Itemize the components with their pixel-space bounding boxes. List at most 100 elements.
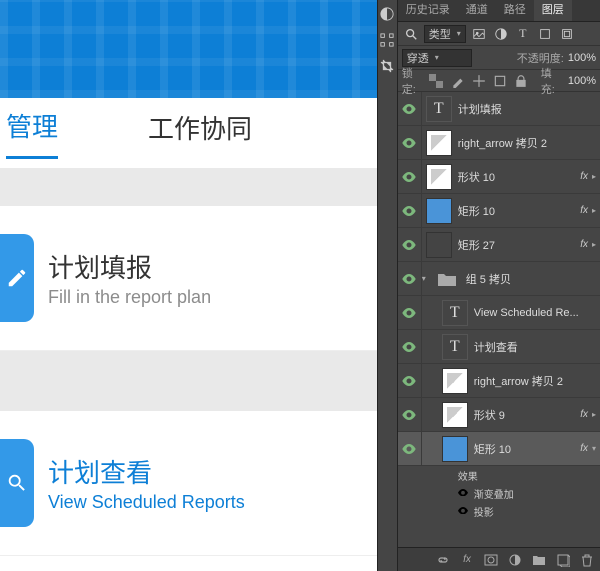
new-layer-icon[interactable] [556,553,570,567]
text-layer-icon: T [442,300,468,326]
lock-all-icon[interactable] [514,72,529,90]
fx-badge[interactable]: fx [580,239,588,250]
adjust-icon[interactable] [508,553,522,567]
tool-strip [377,0,398,571]
effect-name[interactable]: 投影 [474,504,494,519]
shape-thumb [442,368,468,394]
search-icon[interactable] [402,25,420,43]
gap [0,351,377,411]
layer-name[interactable]: 矩形 10 [458,203,580,219]
fx-expand-icon[interactable]: ▾ [592,444,596,453]
layer-row[interactable]: T计划查看 [398,330,600,364]
layer-row[interactable]: 矩形 10fx ▸ [398,194,600,228]
effects-label: 效果 [458,468,478,483]
visibility-eye-icon[interactable] [398,330,422,363]
layer-row[interactable]: T View Scheduled Re... [398,296,600,330]
layer-row[interactable]: 形状 10fx ▸ [398,160,600,194]
trash-icon[interactable] [580,553,594,567]
circle-half-icon[interactable] [379,6,395,22]
fx-expand-icon[interactable]: ▸ [592,240,596,249]
card-fill-report[interactable]: 计划填报 Fill in the report plan [0,206,377,351]
layer-name[interactable]: 计划填报 [458,101,600,117]
visibility-eye-icon[interactable] [398,194,422,227]
shape-thumb [426,130,452,156]
tab-channels[interactable]: 通道 [458,0,496,21]
layer-row[interactable]: right_arrow 拷贝 2 [398,126,600,160]
fill-value[interactable]: 100% [568,75,596,87]
effect-name[interactable]: 渐变叠加 [474,486,514,501]
expand-tri-icon[interactable]: ▾ [422,274,426,283]
tab-collab[interactable]: 工作协同 [148,109,252,158]
filter-kind-dropdown[interactable]: 类型▾ [424,25,466,43]
layer-row[interactable]: ▾ 组 5 拷贝 [398,262,600,296]
filter-smart-icon[interactable] [558,25,576,43]
pencil-icon [0,234,34,322]
layer-name[interactable]: right_arrow 拷贝 2 [458,135,600,151]
visibility-eye-icon[interactable] [398,398,422,431]
layer-name[interactable]: 矩形 10 [474,441,580,457]
visibility-eye-icon[interactable] [398,160,422,193]
tab-history[interactable]: 历史记录 [398,0,458,21]
fx-badge[interactable]: fx [580,205,588,216]
card-title-en: Fill in the report plan [48,287,211,308]
gap [0,168,377,206]
layer-row[interactable]: 矩形 10fx ▾ [398,432,600,466]
mask-icon[interactable] [484,553,498,567]
layer-effects: 效果渐变叠加投影 [398,466,600,520]
layer-name[interactable]: right_arrow 拷贝 2 [474,373,600,389]
layer-row[interactable]: T 计划填报 [398,92,600,126]
fx-badge[interactable]: fx [580,443,588,454]
opacity-value[interactable]: 100% [568,52,596,64]
card-title-zh: 计划查看 [48,453,245,490]
visibility-eye-icon[interactable] [458,506,468,516]
filter-image-icon[interactable] [470,25,488,43]
visibility-eye-icon[interactable] [458,488,468,498]
link-icon[interactable] [436,553,450,567]
layer-name[interactable]: View Scheduled Re... [474,307,600,319]
crop-icon[interactable] [379,58,395,74]
fx-badge[interactable]: fx [580,171,588,182]
opacity-label: 不透明度: [517,50,564,66]
visibility-eye-icon[interactable] [398,296,422,329]
layer-name[interactable]: 组 5 拷贝 [466,271,600,287]
layers-footer: fx [398,547,600,571]
lock-artboard-icon[interactable] [492,72,507,90]
card-view-reports[interactable]: 计划查看 View Scheduled Reports [0,411,377,556]
fx-icon[interactable]: fx [460,553,474,567]
layer-row[interactable]: 形状 9fx ▸ [398,398,600,432]
fx-badge[interactable]: fx [580,409,588,420]
visibility-eye-icon[interactable] [398,432,422,465]
lock-transparency-icon[interactable] [429,72,444,90]
visibility-eye-icon[interactable] [398,262,422,295]
layer-row[interactable]: right_arrow 拷贝 2 [398,364,600,398]
visibility-eye-icon[interactable] [398,228,422,261]
filter-text-icon[interactable]: T [514,25,532,43]
tab-manage[interactable]: 管理 [6,107,58,159]
card-title-zh: 计划填报 [48,248,211,285]
tab-paths[interactable]: 路径 [496,0,534,21]
fx-expand-icon[interactable]: ▸ [592,172,596,181]
lock-position-icon[interactable] [471,72,486,90]
folder-icon [434,266,460,292]
visibility-eye-icon[interactable] [398,364,422,397]
shape-thumb [442,436,468,462]
layer-name[interactable]: 形状 10 [458,169,580,185]
layer-name[interactable]: 矩形 27 [458,237,580,253]
layers-panel: 历史记录 通道 路径 图层 类型▾ T 穿透▾ 不透明度: 100% 锁定: 填… [398,0,600,571]
tab-layers[interactable]: 图层 [534,0,572,21]
fx-expand-icon[interactable]: ▸ [592,410,596,419]
lock-brush-icon[interactable] [450,72,465,90]
fx-expand-icon[interactable]: ▸ [592,206,596,215]
text-layer-icon: T [426,96,452,122]
handles-icon[interactable] [379,32,395,48]
filter-adjust-icon[interactable] [492,25,510,43]
filter-shape-icon[interactable] [536,25,554,43]
visibility-eye-icon[interactable] [398,92,422,125]
visibility-eye-icon[interactable] [398,126,422,159]
layer-name[interactable]: 形状 9 [474,407,580,423]
layer-name[interactable]: 计划查看 [474,339,600,355]
shape-thumb [442,402,468,428]
folder-icon[interactable] [532,553,546,567]
layer-row[interactable]: 矩形 27fx ▸ [398,228,600,262]
search-icon [0,439,34,527]
